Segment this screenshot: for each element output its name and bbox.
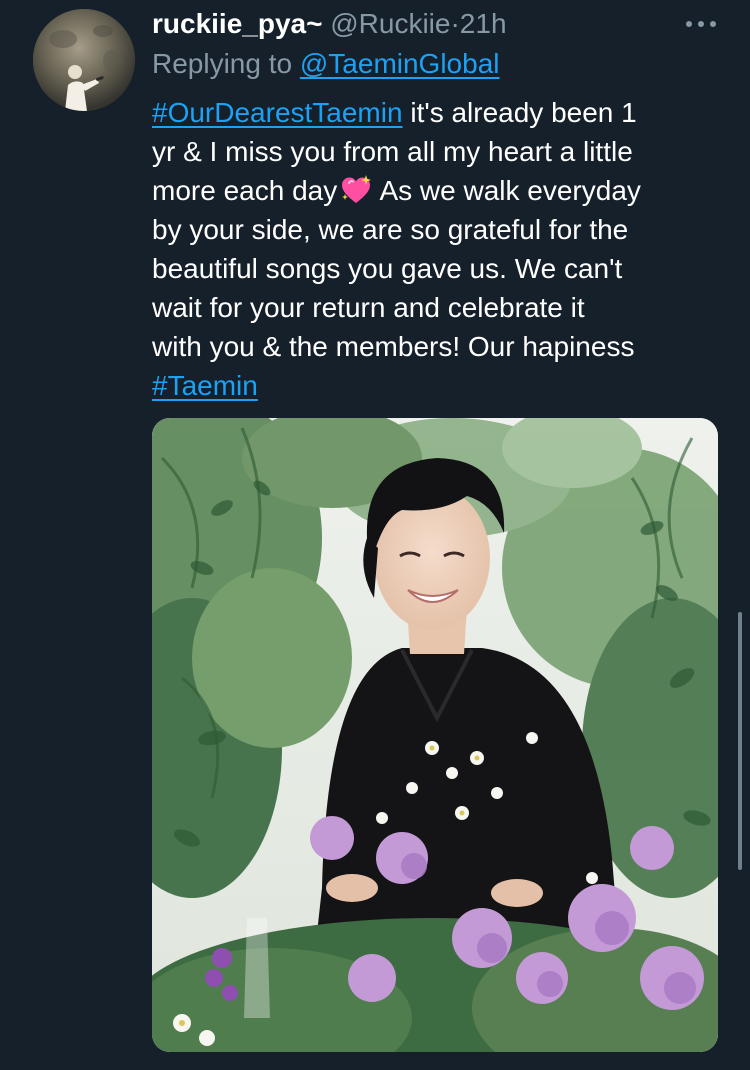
avatar[interactable] xyxy=(33,9,135,111)
tweet-text-line: wait for your return and celebrate it xyxy=(152,292,585,323)
replying-to-link[interactable]: @TaeminGlobal xyxy=(300,48,500,79)
tweet-text-line: beautiful songs you gave us. We can't xyxy=(152,253,623,284)
timestamp[interactable]: 21h xyxy=(460,8,507,39)
tweet-text-line: #OurDearestTaemin it's already been 1 xyxy=(152,93,732,132)
display-name[interactable]: ruckiie_pya~ xyxy=(152,8,322,39)
photo-illustration xyxy=(152,418,718,1052)
more-options-button[interactable] xyxy=(683,12,719,36)
tweet-text-line: #Taemin xyxy=(152,366,732,405)
tweet-text-segment: As we walk everyday xyxy=(373,175,641,206)
tweet-text-segment: more each day xyxy=(152,175,338,206)
tweet-text-line: by your side, we are so grateful for the xyxy=(152,214,629,245)
tweet-text-line: more each day As we walk everyday xyxy=(152,171,732,210)
tweet-header: ruckiie_pya~ @Ruckiie·21h xyxy=(152,6,507,42)
replying-to: Replying to @TaeminGlobal xyxy=(152,46,500,82)
tweet-text-segment: it's already been 1 xyxy=(402,97,637,128)
tweet-text-line: yr & I miss you from all my heart a litt… xyxy=(152,136,633,167)
separator-dot: · xyxy=(450,8,460,39)
tweet: ruckiie_pya~ @Ruckiie·21h Replying to @T… xyxy=(0,0,750,1070)
scrollbar-thumb[interactable] xyxy=(738,612,742,870)
hashtag-taemin[interactable]: #Taemin xyxy=(152,370,258,401)
tweet-text: #OurDearestTaemin it's already been 1 yr… xyxy=(152,93,732,405)
tweet-text-line: with you & the members! Our hapiness xyxy=(152,331,635,362)
more-dots-icon xyxy=(686,21,716,27)
replying-to-label: Replying to xyxy=(152,48,293,79)
tweet-photo[interactable] xyxy=(152,418,718,1052)
avatar-photo xyxy=(33,9,135,111)
hashtag-ourdearesttaemin[interactable]: #OurDearestTaemin xyxy=(152,97,403,128)
user-handle[interactable]: @Ruckiie xyxy=(330,8,450,39)
sparkling-heart-icon xyxy=(342,175,372,203)
